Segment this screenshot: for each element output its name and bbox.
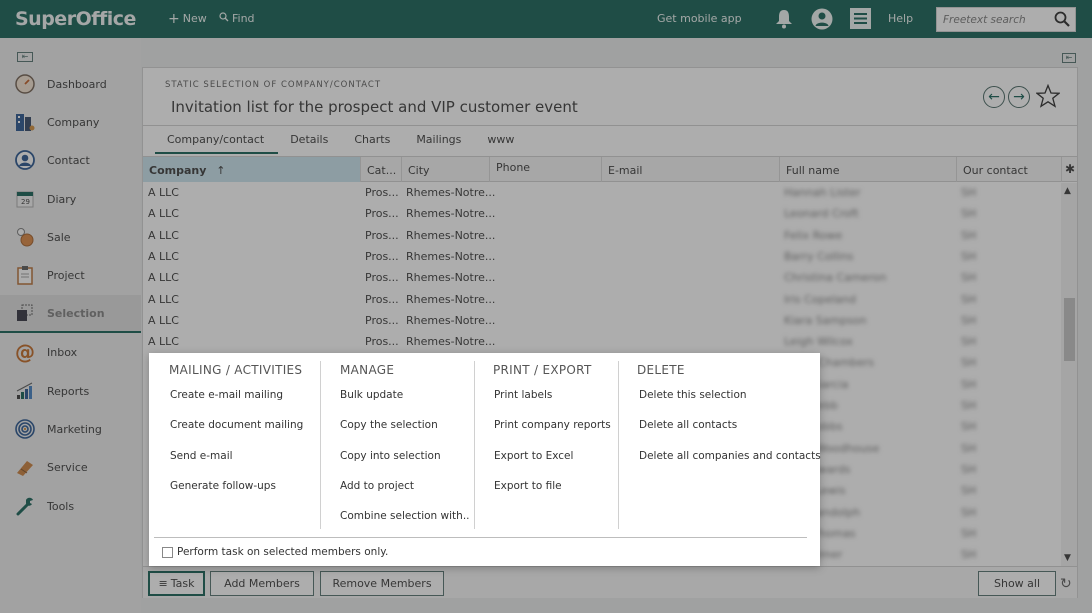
task-copy-into-selection[interactable]: Copy into selection xyxy=(340,450,441,462)
task-group-manage: MANAGE Bulk update Copy the selection Co… xyxy=(320,361,474,529)
task-send-email[interactable]: Send e-mail xyxy=(170,450,233,462)
checkbox-box[interactable] xyxy=(162,546,173,558)
task-group-heading: DELETE xyxy=(637,363,685,377)
task-group-delete: DELETE Delete this selection Delete all … xyxy=(618,361,821,529)
task-bulk-update[interactable]: Bulk update xyxy=(340,389,403,401)
task-export-to-file[interactable]: Export to file xyxy=(494,480,562,492)
task-group-heading: MAILING / ACTIVITIES xyxy=(169,363,303,377)
task-export-to-excel[interactable]: Export to Excel xyxy=(494,450,573,462)
task-create-email-mailing[interactable]: Create e-mail mailing xyxy=(170,389,283,401)
task-delete-all-companies-and-contacts[interactable]: Delete all companies and contacts xyxy=(639,450,821,462)
task-group-mailing-activities: MAILING / ACTIVITIES Create e-mail maili… xyxy=(169,353,319,531)
task-delete-all-contacts[interactable]: Delete all contacts xyxy=(639,419,737,431)
task-group-heading: MANAGE xyxy=(340,363,395,377)
checkbox-label: Perform task on selected members only. xyxy=(177,546,389,558)
selected-members-only-checkbox[interactable]: Perform task on selected members only. xyxy=(162,546,388,558)
task-group-print-export: PRINT / EXPORT Print labels Print compan… xyxy=(474,361,618,529)
task-create-document-mailing[interactable]: Create document mailing xyxy=(170,419,303,431)
task-print-labels[interactable]: Print labels xyxy=(494,389,552,401)
task-group-heading: PRINT / EXPORT xyxy=(493,363,592,377)
task-menu-popup: MAILING / ACTIVITIES Create e-mail maili… xyxy=(149,353,821,566)
task-delete-this-selection[interactable]: Delete this selection xyxy=(639,389,747,401)
task-add-to-project[interactable]: Add to project xyxy=(340,480,414,492)
task-combine-selection-with[interactable]: Combine selection with.. xyxy=(340,510,470,522)
task-print-company-reports[interactable]: Print company reports xyxy=(494,419,611,431)
popup-divider xyxy=(154,537,807,538)
task-generate-follow-ups[interactable]: Generate follow-ups xyxy=(170,480,276,492)
task-copy-the-selection[interactable]: Copy the selection xyxy=(340,419,438,431)
